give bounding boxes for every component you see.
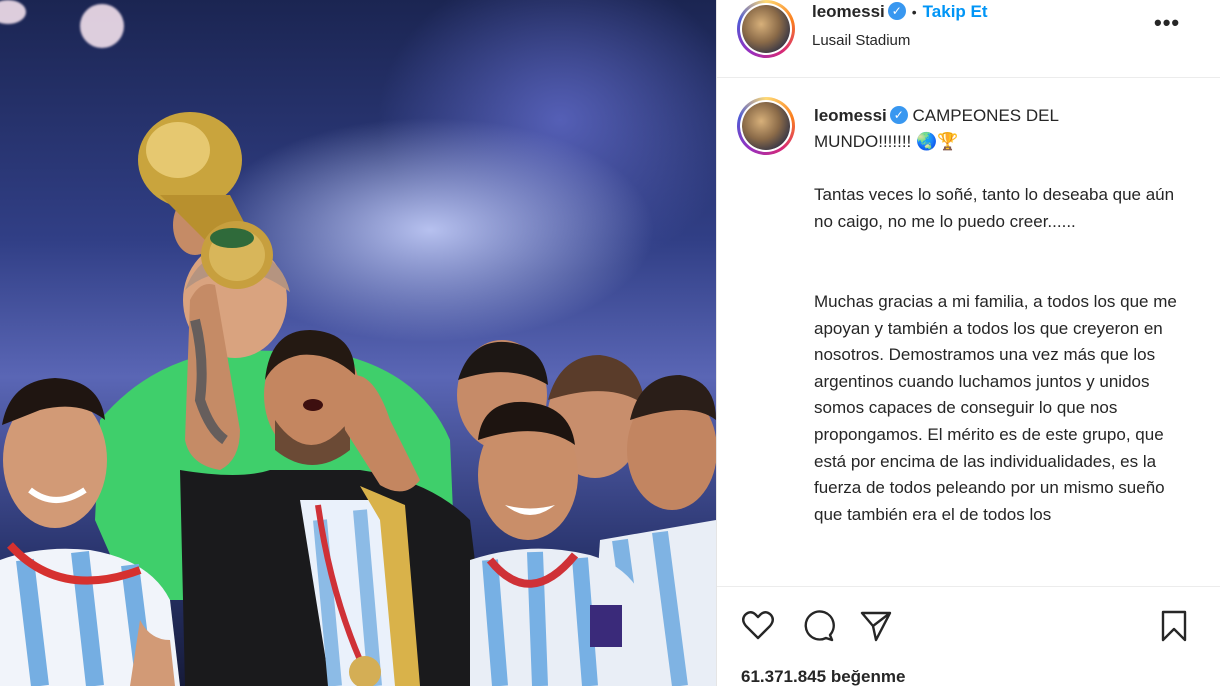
post-actions-bar: 61.371.845 beğenme bbox=[717, 586, 1220, 686]
likes-number: 61.371.845 bbox=[741, 667, 827, 686]
caption-emoji: 🌏🏆 bbox=[916, 132, 959, 151]
follow-button[interactable]: Takip Et bbox=[923, 2, 988, 21]
verified-badge-icon: ✓ bbox=[889, 106, 908, 124]
share-icon[interactable] bbox=[859, 609, 893, 643]
caption-scroll-area[interactable]: leomessi ✓ CAMPEONES DEL MUNDO!!!!!!! 🌏🏆 … bbox=[717, 78, 1220, 586]
header-user-line: leomessi ✓ • Takip Et bbox=[812, 2, 988, 22]
post-details-panel: leomessi ✓ • Takip Et Lusail Stadium ••• le… bbox=[716, 0, 1220, 686]
verified-badge-icon: ✓ bbox=[887, 2, 906, 20]
comment-icon[interactable] bbox=[801, 609, 835, 643]
likes-count[interactable]: 61.371.845 beğenme bbox=[741, 667, 905, 686]
profile-picture bbox=[742, 5, 790, 53]
caption-paragraph-2: Muchas gracias a mi familia, a todos los… bbox=[814, 292, 1177, 524]
caption-header: leomessi ✓ CAMPEONES DEL MUNDO!!!!!!! 🌏🏆 bbox=[814, 103, 1144, 155]
post-photo[interactable] bbox=[0, 0, 716, 686]
profile-picture bbox=[742, 102, 790, 150]
heart-icon[interactable] bbox=[741, 609, 775, 643]
caption-paragraph-1: Tantas veces lo soñé, tanto lo deseaba q… bbox=[814, 185, 1175, 231]
more-options-icon[interactable]: ••• bbox=[1154, 10, 1180, 36]
caption-username-link[interactable]: leomessi bbox=[814, 106, 887, 125]
caption-avatar[interactable] bbox=[737, 97, 795, 155]
bookmark-icon[interactable] bbox=[1157, 609, 1191, 643]
celebration-illustration bbox=[0, 112, 716, 686]
location-link[interactable]: Lusail Stadium bbox=[812, 32, 910, 49]
avatar[interactable] bbox=[737, 0, 795, 58]
post-header: leomessi ✓ • Takip Et Lusail Stadium ••• bbox=[717, 0, 1220, 78]
separator-dot: • bbox=[911, 4, 917, 20]
username-link[interactable]: leomessi bbox=[812, 2, 885, 21]
likes-label: beğenme bbox=[830, 667, 906, 686]
